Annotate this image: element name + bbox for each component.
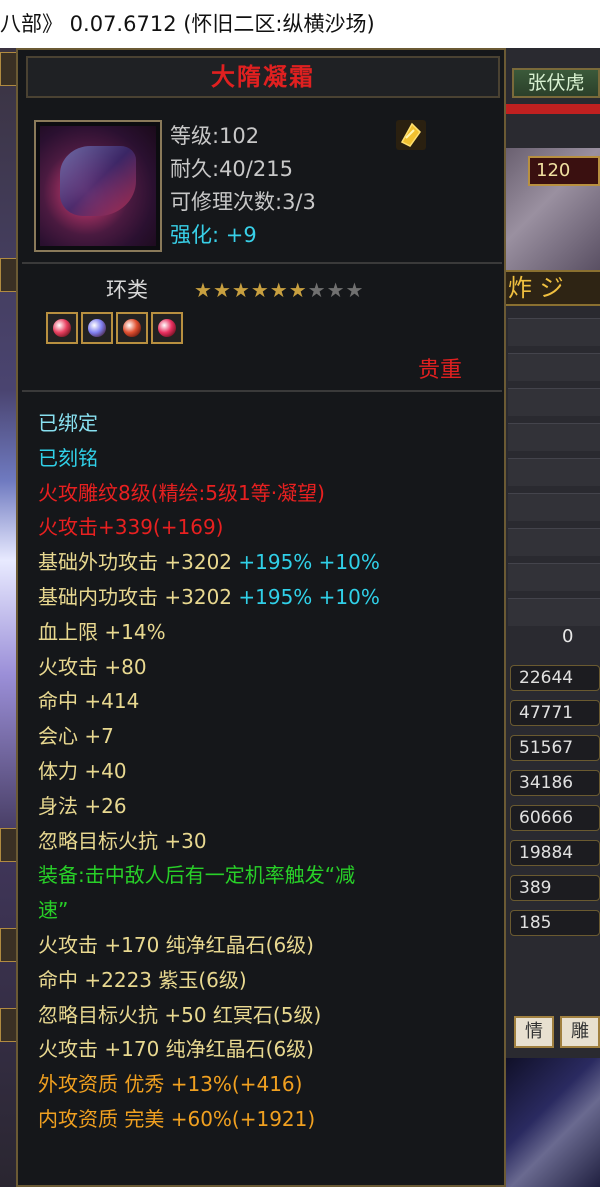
item-rarity: 贵重 [418, 358, 463, 383]
star-filled-icon: ★ [231, 278, 251, 302]
panel-row [508, 458, 600, 486]
stat-value: 22644 [510, 665, 600, 691]
stat-value: 47771 [510, 700, 600, 726]
gem-icon[interactable] [46, 312, 78, 344]
base-external-attack: 基础外功攻击 +3202 +195% +10% [38, 545, 498, 580]
item-info: 等级:102 耐久:40/215 可修理次数:3/3 强化: +9 [170, 120, 316, 252]
star-empty-icon: ★ [345, 278, 365, 302]
divider [22, 390, 502, 392]
item-properties: 已绑定 已刻铭 火攻雕纹8级(精绘:5级1等·凝望) 火攻击+339(+169)… [38, 406, 498, 1137]
base-internal-label: 基础内功攻击 +3202 [38, 584, 239, 609]
carving-line: 火攻雕纹8级(精绘:5级1等·凝望) [38, 480, 325, 505]
divider [22, 262, 502, 264]
item-name: 大隋凝霜 [26, 56, 500, 98]
star-empty-icon: ★ [307, 278, 327, 302]
target-level-badge: 120 [528, 156, 600, 186]
base-internal-pct: +195% +10% [238, 584, 380, 609]
stat-value: 60666 [510, 805, 600, 831]
star-filled-icon: ★ [212, 278, 232, 302]
star-filled-icon: ★ [269, 278, 289, 302]
stat-value: 185 [510, 910, 600, 936]
scene-floor [506, 1058, 600, 1187]
star-empty-icon: ★ [326, 278, 346, 302]
item-icon-frame [34, 120, 162, 252]
star-filled-icon: ★ [288, 278, 308, 302]
base-external-pct: +195% +10% [238, 550, 380, 575]
zero-value: 0 [562, 626, 574, 647]
panel-row [508, 528, 600, 556]
hp-bonus: 血上限 +14% [38, 619, 166, 644]
crit-bonus: 会心 +7 [38, 724, 114, 749]
internal-quality: 内攻资质 完美 +60%(+1921) [38, 1106, 316, 1131]
item-type: 环类 [106, 278, 148, 302]
fire-attack-bonus: 火攻击+339(+169) [38, 515, 224, 540]
gem-bonus: 忽略目标火抗 +50 红冥石(5级) [38, 1002, 322, 1027]
panel-row [508, 598, 600, 626]
item-durability: 耐久:40/215 [170, 157, 293, 181]
hit-bonus: 命中 +414 [38, 689, 140, 714]
bound-status: 已绑定 [38, 411, 98, 435]
gem-icon[interactable] [81, 312, 113, 344]
star-filled-icon: ★ [194, 278, 213, 302]
gem-icon[interactable] [151, 312, 183, 344]
gold-coin-icon [396, 120, 426, 150]
equip-effect: 装备:击中敌人后有一定机率触发“减 [38, 863, 356, 888]
equip-effect-cont: 速” [38, 898, 69, 923]
target-hp-bar [506, 104, 600, 114]
gem-bonus: 命中 +2223 紫玉(6级) [38, 967, 247, 992]
external-quality: 外攻资质 优秀 +13%(+416) [38, 1072, 303, 1097]
gem-icon[interactable] [116, 312, 148, 344]
window-title: 八部》 0.07.6712 (怀旧二区:纵横沙场) [0, 0, 600, 48]
gem-sockets [46, 312, 186, 348]
engraved-status: 已刻铭 [38, 445, 98, 470]
stat-value: 19884 [510, 840, 600, 866]
star-rating: ★★★★★★★★★ [194, 278, 364, 302]
panel-row [508, 563, 600, 591]
stat-value: 34186 [510, 770, 600, 796]
ring-icon [40, 126, 156, 246]
target-info-panel: 张伏虎 120 炸 ジ 0 22644 47771 51567 34186 60… [502, 48, 600, 1187]
panel-row [508, 353, 600, 381]
gem-bonus: 火攻击 +170 纯净红晶石(6级) [38, 932, 314, 957]
enhance-label: 强化: [170, 223, 220, 247]
stamina-bonus: 体力 +40 [38, 758, 127, 783]
panel-row [508, 493, 600, 521]
item-level: 等级:102 [170, 124, 260, 148]
stat-value: 51567 [510, 735, 600, 761]
panel-button[interactable]: 情 [514, 1016, 554, 1048]
panel-row [508, 318, 600, 346]
item-enhance: 强化: +9 [170, 219, 316, 252]
target-name[interactable]: 张伏虎 [512, 68, 600, 98]
gem-bonus: 火攻击 +170 纯净红晶石(6级) [38, 1037, 314, 1062]
item-repair-count: 可修理次数:3/3 [170, 190, 316, 214]
star-filled-icon: ★ [250, 278, 270, 302]
panel-row [508, 423, 600, 451]
base-external-label: 基础外功攻击 +3202 [38, 550, 239, 575]
enhance-value: +9 [225, 223, 257, 247]
item-tooltip: 大隋凝霜 等级:102 耐久:40/215 可修理次数:3/3 强化: +9 环… [16, 48, 506, 1187]
ignore-fire-resist: 忽略目标火抗 +30 [38, 828, 207, 853]
stat-value: 389 [510, 875, 600, 901]
panel-button[interactable]: 雕 [560, 1016, 600, 1048]
agility-bonus: 身法 +26 [38, 793, 127, 818]
fire-attack: 火攻击 +80 [38, 654, 147, 679]
skill-banner: 炸 ジ [506, 270, 600, 306]
panel-row [508, 388, 600, 416]
base-internal-attack: 基础内功攻击 +3202 +195% +10% [38, 580, 498, 615]
